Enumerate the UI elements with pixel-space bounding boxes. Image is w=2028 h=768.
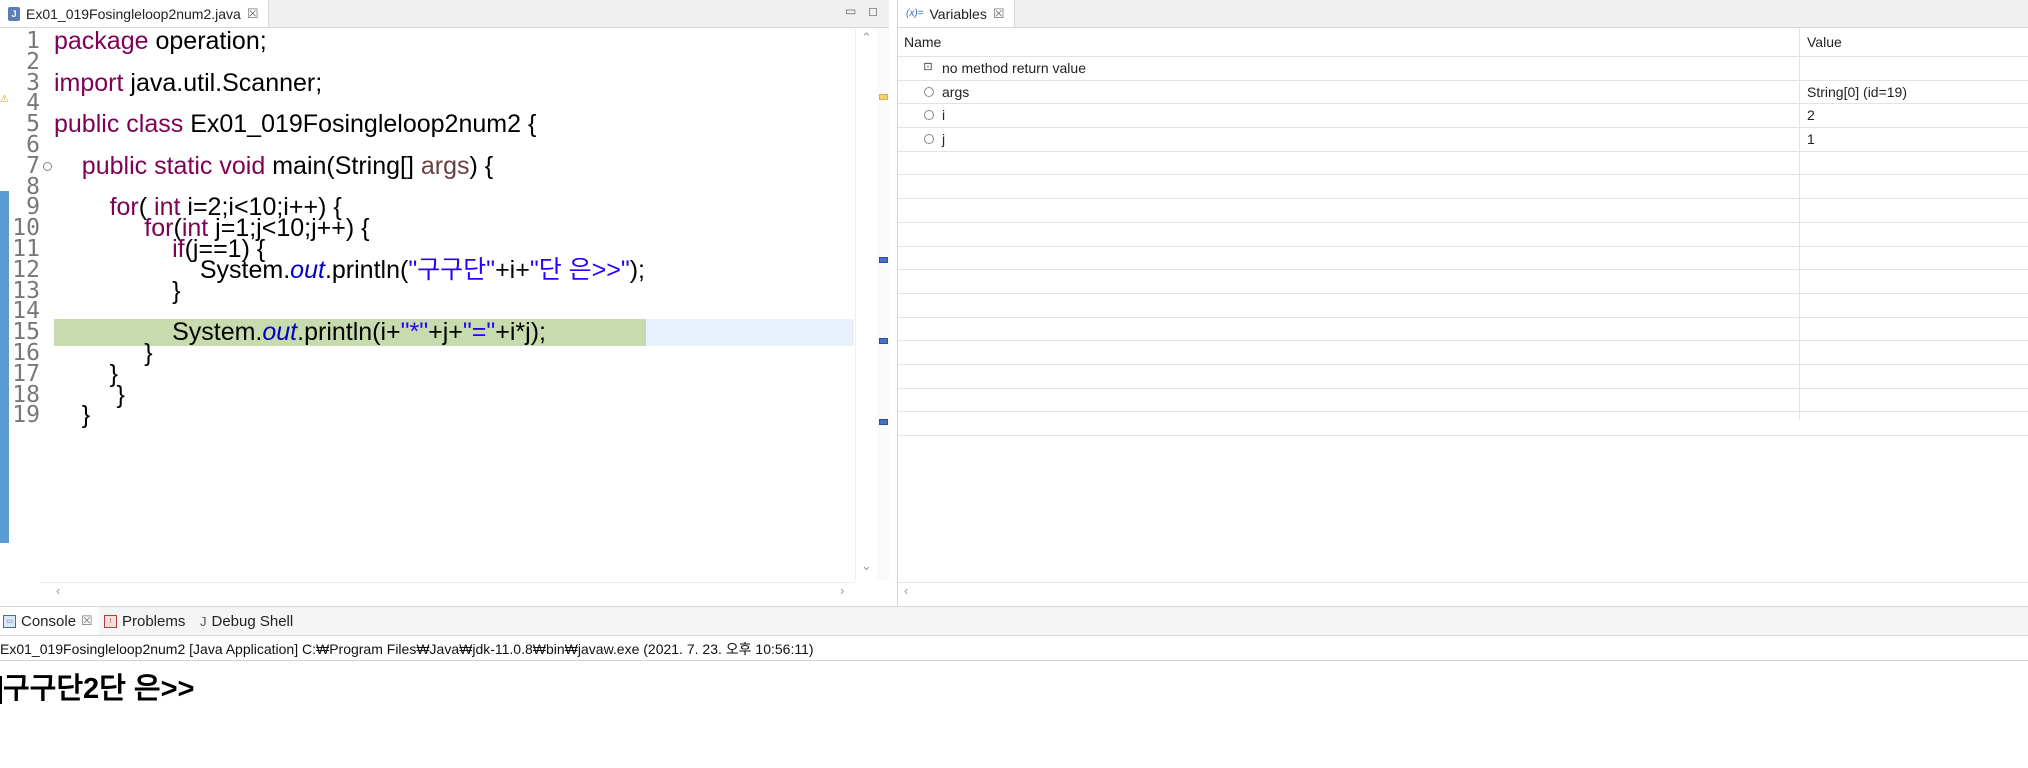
tab-debug-shell[interactable]: J Debug Shell (200, 607, 293, 635)
scroll-left-icon[interactable]: ‹ (56, 583, 60, 598)
variable-row[interactable]: i2 (898, 104, 2028, 129)
occurrence-marker[interactable] (879, 257, 888, 263)
variable-name: j (942, 131, 946, 148)
empty-row (898, 365, 2028, 389)
overview-ruler[interactable] (877, 28, 889, 580)
scroll-down-icon[interactable]: ⌄ (861, 558, 872, 574)
text-cursor (0, 676, 2, 705)
close-icon[interactable]: ☒ (993, 6, 1005, 22)
editor-tabbar: J Ex01_019Fosingleloop2num2.java ☒ ▭ ◻ (0, 0, 889, 28)
local-var-icon (924, 110, 934, 121)
console-tabbar: ▭ Console ☒ ! Problems J Debug Shell (0, 607, 2028, 636)
variables-rows: ⊡ no method return value args String[0] (id… (898, 57, 2028, 436)
tab-problems[interactable]: ! Problems (104, 607, 185, 635)
value-column-header[interactable]: Value (1807, 34, 1842, 50)
code-text: } (54, 401, 91, 430)
maximize-icon[interactable]: ◻ (868, 4, 878, 18)
empty-row (898, 294, 2028, 318)
line-number: 19 (12, 402, 40, 429)
variable-value: 2 (1807, 107, 1815, 124)
variables-tabbar: (x)= Variables ☒ (898, 0, 2028, 28)
variables-tab[interactable]: (x)= Variables ☒ (898, 0, 1016, 27)
variable-row[interactable]: args String[0] (id=19) (898, 81, 2028, 105)
scroll-right-icon[interactable]: › (840, 583, 844, 598)
code-line[interactable]: 19 } (0, 402, 855, 429)
code-area[interactable]: ⚠ 1 package operation; 2 3 import java.util.… (0, 28, 889, 580)
debug-shell-icon: J (200, 613, 207, 629)
console-output-text: 구구단2단 은>> (3, 673, 195, 705)
empty-row (898, 318, 2028, 342)
variables-table[interactable]: Name Value ⊡ no method return value args St… (898, 28, 2028, 436)
empty-row (898, 223, 2028, 247)
empty-row (898, 412, 2028, 436)
empty-row (898, 199, 2028, 223)
empty-row (898, 389, 2028, 413)
close-icon[interactable]: ☒ (247, 6, 259, 22)
warning-marker[interactable] (879, 94, 888, 100)
console-view[interactable]: ▭ Console ☒ ! Problems J Debug Shell Ex0… (0, 606, 2028, 768)
empty-row (898, 270, 2028, 294)
problems-icon: ! (104, 614, 117, 628)
name-column-header[interactable]: Name (904, 34, 941, 50)
local-var-icon (924, 86, 934, 97)
variables-header: Name Value (898, 28, 2028, 57)
fold-icon[interactable] (43, 161, 52, 171)
process-label: Ex01_019Fosingleloop2num2 [Java Applicat… (0, 641, 814, 657)
variables-tab-label: Variables (929, 5, 987, 22)
minimize-icon[interactable]: ▭ (845, 4, 856, 18)
empty-row (898, 175, 2028, 200)
variable-row[interactable]: ⊡ no method return value (898, 57, 2028, 81)
occurrence-marker[interactable] (879, 419, 888, 425)
java-file-icon: J (8, 6, 20, 21)
empty-row (898, 341, 2028, 365)
editor-tab-label: Ex01_019Fosingleloop2num2.java (26, 5, 241, 22)
console-icon: ▭ (3, 614, 16, 628)
divider (0, 660, 2028, 661)
tab-label: Console (21, 612, 77, 630)
scroll-left-icon[interactable]: ‹ (904, 583, 908, 598)
empty-row (898, 152, 2028, 176)
editor-vertical-scrollbar[interactable]: ⌃ ⌄ (855, 28, 878, 580)
occurrence-marker[interactable] (879, 338, 888, 344)
return-icon: ⊡ (923, 61, 933, 73)
variables-view[interactable]: (x)= Variables ☒ Name Value ⊡ no method r… (897, 0, 2028, 606)
empty-row (898, 247, 2028, 271)
variable-name: i (942, 107, 946, 124)
tab-label: Problems (122, 612, 186, 630)
variables-horizontal-scrollbar[interactable]: ‹ (898, 582, 2028, 599)
code-editor[interactable]: J Ex01_019Fosingleloop2num2.java ☒ ▭ ◻ ⚠… (0, 0, 889, 606)
variable-name: args (942, 83, 970, 100)
variable-value: String[0] (id=19) (1807, 83, 1907, 100)
close-icon[interactable]: ☒ (81, 613, 93, 629)
tab-console[interactable]: ▭ Console ☒ (0, 607, 99, 635)
variable-row[interactable]: j1 (898, 128, 2028, 152)
variable-name: no method return value (942, 60, 1086, 76)
editor-tab[interactable]: J Ex01_019Fosingleloop2num2.java ☒ (0, 0, 270, 27)
scroll-up-icon[interactable]: ⌃ (861, 30, 872, 46)
tab-label: Debug Shell (211, 612, 294, 630)
editor-horizontal-scrollbar[interactable]: ‹ › (40, 582, 855, 599)
local-var-icon (924, 134, 934, 145)
variables-icon: (x)= (906, 8, 924, 19)
variable-value: 1 (1807, 131, 1815, 148)
console-output[interactable]: 구구단2단 은>> (0, 665, 194, 707)
